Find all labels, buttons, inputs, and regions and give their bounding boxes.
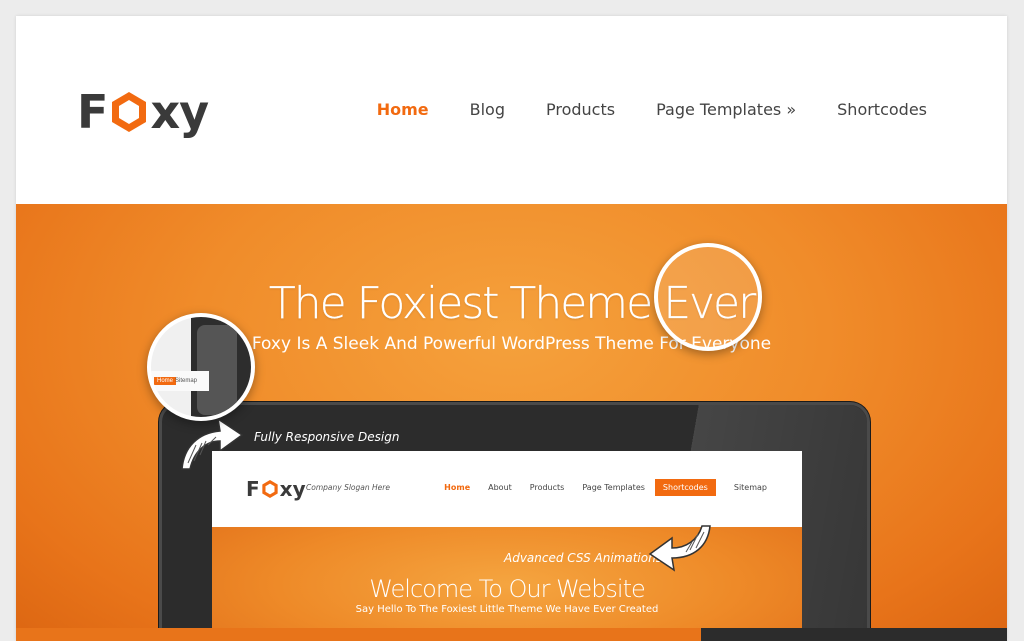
page: F xy Home Blog Products Page Templates »… — [16, 16, 1007, 641]
mockup-nav-shortcodes: Shortcodes — [654, 479, 716, 496]
site-logo[interactable]: F xy — [77, 84, 209, 140]
annotation-animations: Advanced CSS Animations — [504, 551, 662, 565]
nav-page-templates[interactable]: Page Templates » — [656, 100, 796, 119]
mockup-hexagon-icon — [262, 480, 278, 498]
logo-letter-f: F — [77, 85, 108, 139]
hero-section: The Foxiest Theme Ever Foxy Is A Sleek A… — [16, 204, 1007, 641]
device-mockup: Fully Responsive Design F xy Company Slo… — [159, 402, 870, 641]
zoom-mini-nav: Home Sitemap — [151, 371, 209, 391]
mockup-slogan: Company Slogan Here — [306, 483, 390, 492]
nav-blog[interactable]: Blog — [470, 100, 505, 119]
bottom-strip — [16, 628, 701, 641]
mockup-nav-products: Products — [529, 483, 565, 492]
mockup-logo: F xy — [246, 477, 306, 501]
zoom-phone — [197, 325, 237, 415]
nav-products[interactable]: Products — [546, 100, 615, 119]
annotation-responsive: Fully Responsive Design — [254, 430, 400, 444]
nav-shortcodes[interactable]: Shortcodes — [837, 100, 927, 119]
mockup-nav-page-templates: Page Templates — [582, 483, 645, 492]
mockup-logo-xy: xy — [279, 477, 306, 501]
zoom-circle-responsive: Home Sitemap — [147, 313, 255, 421]
main-nav: Home Blog Products Page Templates » Shor… — [336, 100, 927, 119]
hexagon-logo-icon — [109, 90, 149, 134]
nav-home[interactable]: Home — [377, 100, 429, 119]
mockup-header: F xy Company Slogan Here Home About Prod… — [212, 451, 802, 527]
mockup-nav: Home About Products Page Templates Short… — [426, 479, 767, 496]
zoom-nav-pill: Home — [154, 377, 177, 385]
logo-letters-xy: xy — [150, 85, 209, 139]
mockup-logo-f: F — [246, 477, 260, 501]
mockup-welcome: Welcome To Our Website — [369, 575, 646, 603]
mockup-nav-about: About — [488, 483, 512, 492]
zoom-circle-animations — [654, 243, 762, 351]
site-header: F xy Home Blog Products Page Templates »… — [16, 16, 1007, 204]
bottom-strip-dark — [701, 628, 1007, 641]
mockup-tagline: Say Hello To The Foxiest Little Theme We… — [355, 604, 659, 615]
mockup-nav-sitemap: Sitemap — [733, 483, 767, 492]
mockup-nav-home: Home — [444, 483, 471, 492]
curved-arrow-icon — [648, 525, 711, 572]
hero-title: The Foxiest Theme Ever — [268, 278, 757, 329]
zoom-nav-item: Sitemap — [175, 378, 198, 384]
